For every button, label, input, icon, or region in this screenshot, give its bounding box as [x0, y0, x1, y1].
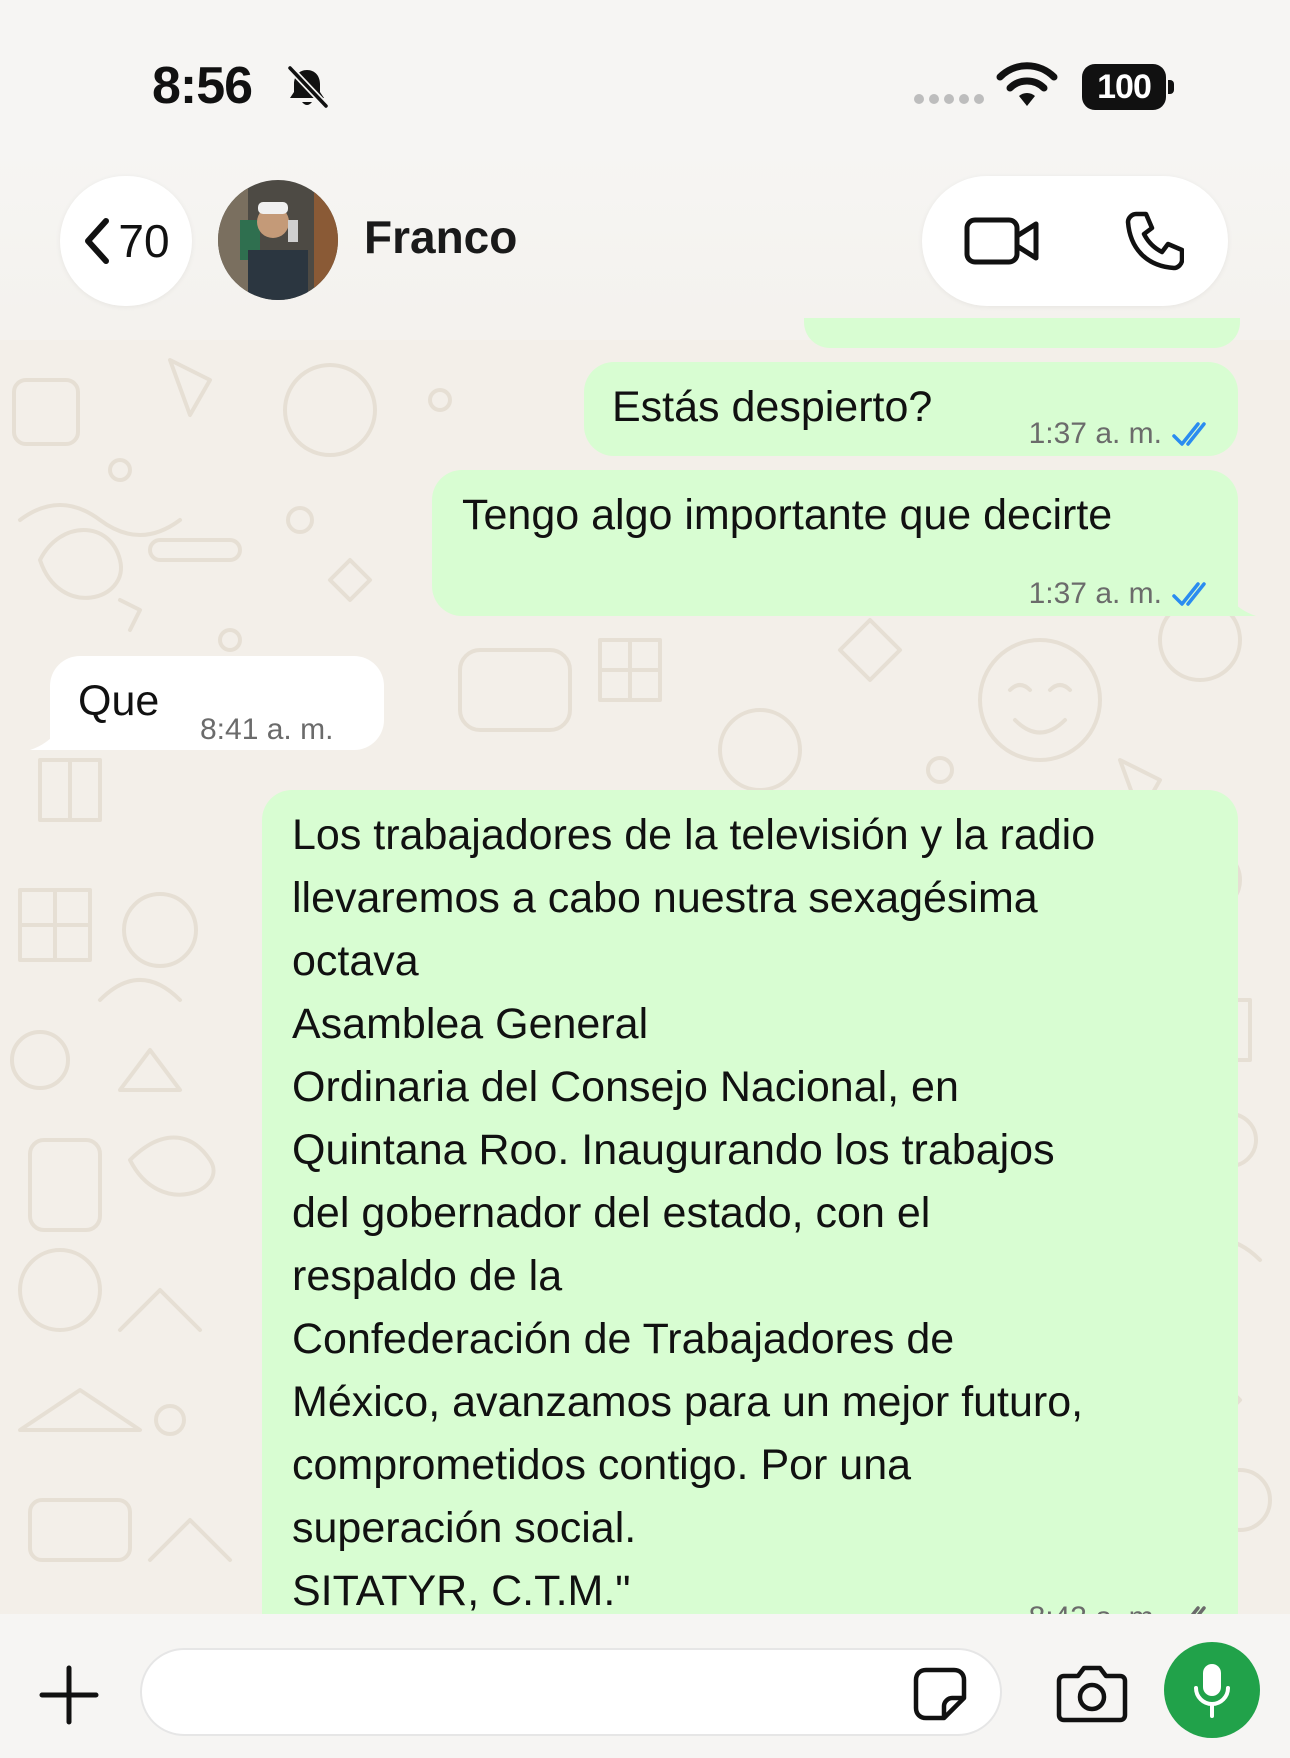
double-check-icon [1172, 581, 1206, 606]
double-check-icon [1172, 421, 1206, 446]
chat-header: 70 Franco [0, 150, 1290, 340]
unread-count: 70 [118, 215, 170, 267]
camera-icon[interactable] [1056, 1662, 1128, 1724]
cellular-signal-icon [914, 94, 984, 104]
contact-name[interactable]: Franco [364, 210, 517, 264]
bubble-tail-outgoing [1228, 596, 1256, 616]
message-text: Los trabajadores de la televisión y la r… [292, 811, 1096, 1615]
chevron-left-icon [85, 218, 110, 264]
battery-icon: 100 [1082, 64, 1174, 110]
sticker-icon[interactable] [912, 1666, 968, 1722]
message-time: 1:37 a. m. [1028, 417, 1162, 450]
message-input-bar [0, 1614, 1290, 1758]
call-actions [922, 176, 1228, 306]
message-meta: 1:37 a. m. [1029, 562, 1216, 625]
message-meta: 8:41 a. m. [200, 698, 333, 761]
message-text: Estás despierto? [612, 383, 933, 431]
plus-icon[interactable] [38, 1664, 100, 1726]
message-bubble-outgoing[interactable]: Estás despierto? 1:37 a. m. [584, 362, 1238, 456]
back-button[interactable]: 70 [60, 176, 192, 306]
wifi-icon [996, 62, 1058, 106]
message-meta: 1:37 a. m. [1029, 402, 1216, 465]
message-text: Que [78, 677, 160, 725]
message-bubble-outgoing[interactable]: Tengo algo importante que decirte 1:37 a… [432, 470, 1238, 616]
message-time: 1:37 a. m. [1028, 577, 1162, 610]
bell-slash-icon [286, 64, 330, 110]
battery-level: 100 [1082, 64, 1166, 110]
bubble-tail-incoming [30, 730, 58, 750]
message-bubble-outgoing[interactable]: Los trabajadores de la televisión y la r… [262, 790, 1238, 1690]
message-bubble-incoming[interactable]: Que 8:41 a. m. [50, 656, 384, 750]
avatar[interactable] [218, 180, 338, 300]
message-input[interactable] [140, 1648, 1002, 1736]
message-text: Tengo algo importante que decirte [462, 491, 1113, 539]
microphone-button[interactable] [1164, 1642, 1260, 1738]
status-time: 8:56 [152, 57, 253, 115]
message-time: 8:41 a. m. [200, 713, 334, 746]
video-call-icon[interactable] [964, 214, 1040, 268]
chat-screen: 8:56 100 70 Franco Estás despierto? 1:37… [0, 0, 1290, 1758]
microphone-icon [1194, 1664, 1230, 1718]
phone-icon[interactable] [1122, 210, 1184, 272]
message-bubble-partial [804, 318, 1240, 348]
status-bar: 8:56 100 [0, 0, 1290, 150]
